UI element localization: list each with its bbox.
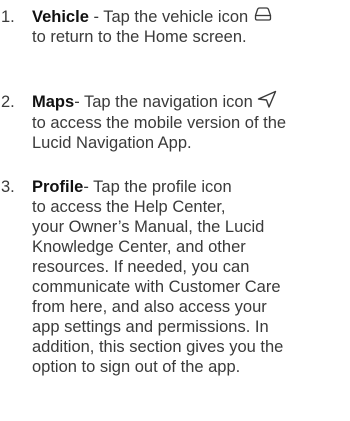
item-line: app settings and permissions. In [32, 318, 269, 336]
item-line: to access the Help Center, [32, 198, 226, 216]
item-body: Vehicle - Tap the vehicle icon to return… [32, 6, 350, 47]
item-line: Lucid Navigation App. [32, 133, 192, 152]
item-line: option to sign out of the app. [32, 358, 241, 376]
item-body: Profile- Tap the profile icon to access … [32, 177, 350, 377]
item-line: Profile- Tap the profile icon [32, 177, 350, 197]
item-number: 3. [1, 178, 15, 196]
item-term: Maps [32, 93, 75, 111]
item-line: resources. If needed, you can [32, 258, 250, 276]
item-line: Maps- Tap the navigation icon [32, 90, 350, 113]
item-body: Maps- Tap the navigation icon to access … [32, 90, 350, 153]
item-line: communicate with Customer Care [32, 278, 281, 296]
item-number: 2. [1, 93, 15, 111]
item-separator: - [74, 93, 84, 111]
item-line: to access the mobile version of the [32, 113, 287, 132]
item-separator: - [88, 8, 104, 26]
item-line: Vehicle - Tap the vehicle icon [32, 6, 350, 27]
item-term: Vehicle [32, 8, 89, 26]
item-line: to return to the Home screen. [32, 28, 247, 46]
item-term: Profile [32, 178, 84, 196]
item-text: Tap the vehicle icon [103, 8, 253, 26]
item-line: your Owner’s Manual, the Lucid [32, 218, 265, 236]
item-separator: - [83, 178, 94, 196]
item-number: 1. [1, 8, 15, 26]
item-line: from here, and also access your [32, 298, 267, 316]
navigation-icon [257, 90, 277, 113]
vehicle-icon [253, 6, 273, 27]
item-text: Tap the navigation icon [83, 93, 258, 111]
instruction-list: 1. Vehicle - Tap the vehicle icon to ret… [0, 0, 350, 421]
item-line: Knowledge Center, and other [32, 238, 246, 256]
item-line: addition, this section gives you the [32, 338, 284, 356]
item-text: Tap the profile icon [93, 178, 232, 196]
